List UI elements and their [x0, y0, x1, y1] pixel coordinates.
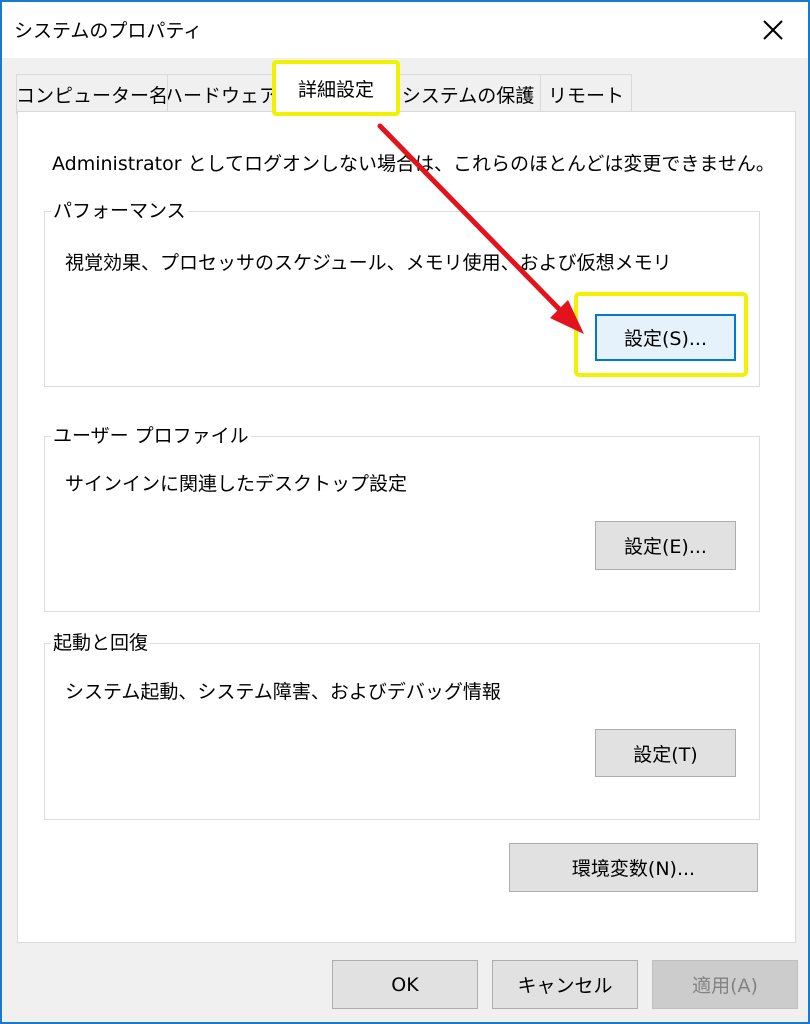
environment-variables-button[interactable]: 環境変数(N)...: [509, 843, 758, 892]
user-profiles-heading: ユーザー プロファイル: [51, 421, 251, 448]
apply-button[interactable]: 適用(A): [652, 960, 798, 1009]
title-bar: システムのプロパティ: [2, 2, 808, 58]
window-title: システムのプロパティ: [14, 20, 203, 42]
tab-system-protection[interactable]: システムの保護: [395, 74, 541, 114]
performance-settings-button[interactable]: 設定(S)...: [595, 314, 736, 361]
user-profiles-settings-button[interactable]: 設定(E)...: [595, 521, 736, 570]
user-profiles-group: ユーザー プロファイル サインインに関連したデスクトップ設定 設定(E)...: [44, 421, 760, 612]
tab-strip: コンピューター名 ハードウェア システムの保護 リモート: [2, 58, 808, 114]
tab-hardware[interactable]: ハードウェア: [167, 74, 275, 114]
performance-group: パフォーマンス 視覚効果、プロセッサのスケジュール、メモリ使用、および仮想メモリ…: [44, 196, 760, 387]
advanced-tab-panel: Administrator としてログオンしない場合は、これらのほとんどは変更で…: [17, 111, 796, 943]
startup-recovery-heading: 起動と回復: [51, 628, 151, 655]
system-properties-window: システムのプロパティ コンピューター名 ハードウェア システムの保護 リモート …: [0, 0, 810, 1024]
startup-recovery-group: 起動と回復 システム起動、システム障害、およびデバッグ情報 設定(T): [44, 628, 760, 820]
tab-computer-name[interactable]: コンピューター名: [16, 74, 168, 114]
performance-description: 視覚効果、プロセッサのスケジュール、メモリ使用、および仮想メモリ: [65, 252, 672, 274]
startup-recovery-settings-button[interactable]: 設定(T): [595, 729, 736, 777]
close-button[interactable]: [738, 2, 808, 58]
startup-recovery-description: システム起動、システム障害、およびデバッグ情報: [65, 681, 501, 703]
close-icon: [763, 20, 783, 40]
user-profiles-description: サインインに関連したデスクトップ設定: [65, 473, 408, 495]
performance-heading: パフォーマンス: [51, 196, 188, 223]
ok-button[interactable]: OK: [332, 960, 478, 1009]
cancel-button[interactable]: キャンセル: [492, 960, 638, 1009]
tab-remote[interactable]: リモート: [540, 74, 632, 114]
admin-note: Administrator としてログオンしない場合は、これらのほとんどは変更で…: [52, 153, 775, 175]
tab-advanced[interactable]: 詳細設定: [272, 60, 400, 116]
